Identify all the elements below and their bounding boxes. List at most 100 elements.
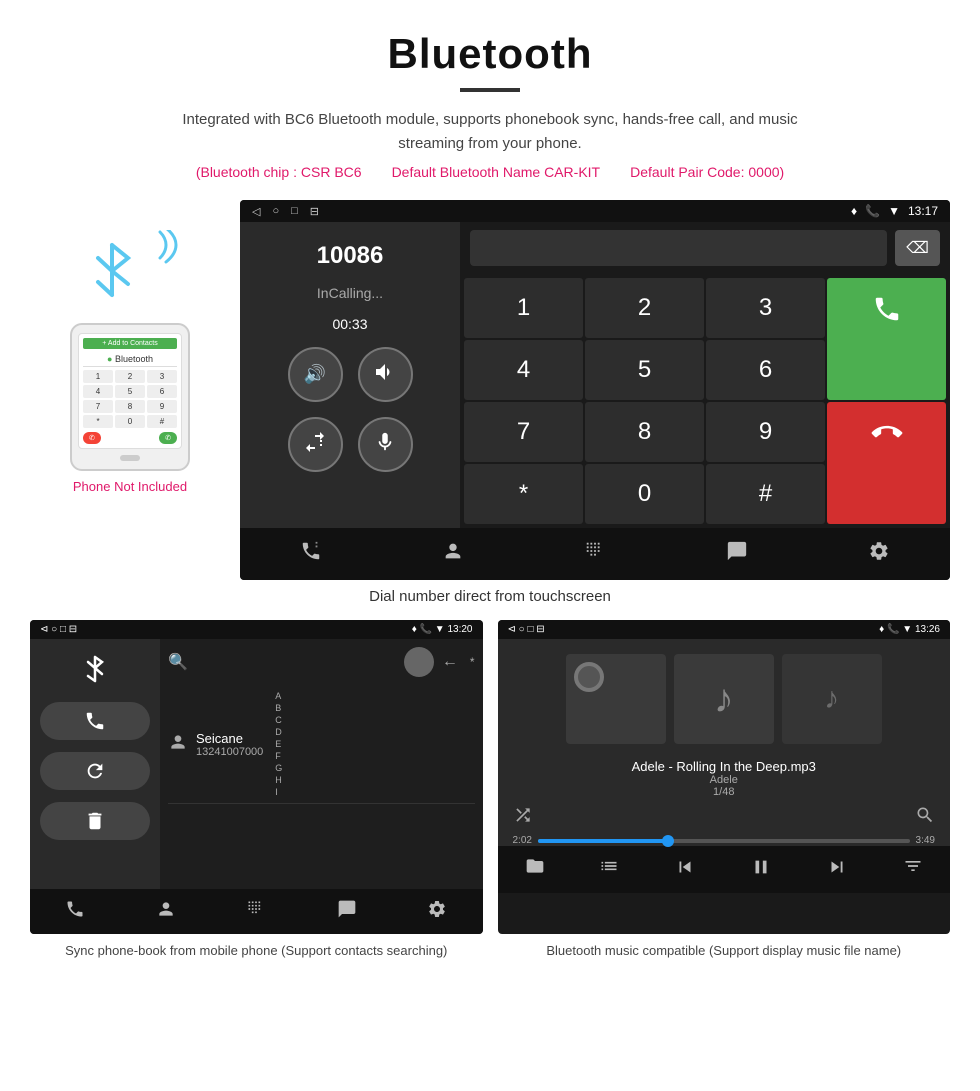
music-caption-text: Bluetooth music compatible (Support disp… [546,943,901,958]
statusbar-info: ♦ 📞 ▼ 13:17 [851,204,938,218]
keypad-1[interactable]: 1 [464,278,583,338]
nav-home-icon: ○ [272,205,279,218]
phone-call-buttons: ✆ ✆ [83,432,177,444]
signal-icon: ▼ [888,204,900,218]
bottom-settings-icon[interactable] [868,540,890,568]
bottom-log-icon[interactable] [726,540,748,568]
shuffle-icon[interactable] [513,805,533,830]
phone-image: + Add to Contacts ● Bluetooth 123 456 78… [70,323,190,471]
keypad-8[interactable]: 8 [585,402,704,462]
mic-icon [374,431,396,458]
bottom-keypad-icon[interactable] [584,540,606,568]
end-call-button[interactable] [827,402,946,524]
music-bottom-list[interactable] [599,856,619,883]
phonebook-card: ⊲ ○ □ ⊟ ♦ 📞 ▼ 13:20 [30,620,483,960]
pb-bottom-phone[interactable] [65,899,85,924]
keypad-4[interactable]: 4 [464,340,583,400]
keypad-5[interactable]: 5 [585,340,704,400]
music-next-icon[interactable] [826,856,848,883]
phonebook-screenshot: ⊲ ○ □ ⊟ ♦ 📞 ▼ 13:20 [30,620,483,934]
music-status-right: ♦ 📞 ▼ 13:26 [879,624,940,635]
pb-nav-icons: ⊲ ○ □ ⊟ [40,624,77,635]
pb-person-icon [168,732,188,757]
music-eq-icon[interactable] [903,856,923,883]
vol-up-button[interactable]: 🔊 [288,347,343,402]
header-description: Integrated with BC6 Bluetooth module, su… [150,108,830,156]
pb-alphabet: ABCDEFGHI [271,691,282,797]
music-progress-dot [662,835,674,847]
main-row2: ⊲ ○ □ ⊟ ♦ 📞 ▼ 13:20 [0,620,980,960]
keypad-9[interactable]: 9 [706,402,825,462]
phone-screen-top: + Add to Contacts [83,338,177,349]
bluetooth-icon-wrap [80,230,180,310]
spec-code: Default Pair Code: 0000) [630,164,784,180]
pb-search-icon[interactable]: 🔍 [168,652,188,672]
pb-bottom-settings[interactable] [427,899,447,924]
music-search-icon[interactable] [915,805,935,830]
pb-main: 🔍 ← * Seicane 13241007000 [160,639,483,889]
mic-button[interactable] [358,417,413,472]
pb-dot [404,647,434,677]
statusbar-nav: ◁ ○ □ ⊟ [252,205,319,218]
music-play-pause-icon[interactable] [750,856,772,883]
dial-transfer-buttons [288,417,413,472]
music-progress-bar[interactable] [538,839,910,843]
call-icon: 📞 [865,204,880,218]
music-album-right: ♪ [782,654,882,744]
music-album-center: ♪ [674,654,774,744]
keypad-2[interactable]: 2 [585,278,704,338]
pb-bottom-bar [30,889,483,934]
dial-input-row: ⌫ [460,222,950,274]
bottom-contacts-icon[interactable] [442,540,464,568]
call-button[interactable] [827,278,946,400]
pb-refresh-btn[interactable] [40,752,150,790]
pb-contact-item[interactable]: Seicane 13241007000 ABCDEFGHI [168,685,475,804]
keypad-7[interactable]: 7 [464,402,583,462]
pb-status-right: ♦ 📞 ▼ 13:20 [412,624,473,635]
keypad-0[interactable]: 0 [585,464,704,524]
phonebook-caption: Sync phone-book from mobile phone (Suppo… [30,934,483,960]
transfer-button[interactable] [288,417,343,472]
keypad-star[interactable]: * [464,464,583,524]
title-divider [460,88,520,92]
dial-bottom-bar [240,528,950,580]
pb-bottom-keypad[interactable] [246,899,266,924]
music-bottom-folder[interactable] [525,856,545,883]
music-progress-row: 2:02 3:49 [498,835,951,846]
transfer-icon [303,430,327,459]
pb-call-btn[interactable] [40,702,150,740]
page-header: Bluetooth Integrated with BC6 Bluetooth … [0,0,980,190]
pb-back-arrow[interactable]: ← [442,653,458,671]
keypad-6[interactable]: 6 [706,340,825,400]
music-track-info: 1/48 [508,786,941,798]
pb-statusbar: ⊲ ○ □ ⊟ ♦ 📞 ▼ 13:20 [30,620,483,639]
pb-sidebar [30,639,160,889]
vol-down-button[interactable] [358,347,413,402]
music-controls [498,800,951,835]
phonebook-caption-text: Sync phone-book from mobile phone (Suppo… [65,943,447,958]
music-prev-icon[interactable] [674,856,696,883]
music-bottom-bar [498,846,951,893]
dial-left-panel: 10086 InCalling... 00:33 🔊 [240,222,460,528]
music-progress-fill [538,839,668,843]
pb-asterisk: * [470,655,475,669]
keypad-hash[interactable]: # [706,464,825,524]
status-time: 13:17 [908,204,938,218]
backspace-button[interactable]: ⌫ [895,230,940,266]
caption-dial-text: Dial number direct from touchscreen [369,588,611,605]
dial-right-panel: ⌫ 1 2 3 4 5 6 7 8 9 [460,222,950,528]
bluetooth-icon [90,240,135,300]
pb-search-row: 🔍 ← * [168,647,475,677]
bottom-phone-icon[interactable] [300,540,322,568]
pb-bottom-contacts[interactable] [156,899,176,924]
pb-bottom-log[interactable] [337,899,357,924]
keypad-grid: 1 2 3 4 5 6 7 8 9 [460,274,950,528]
music-time-current: 2:02 [513,835,532,846]
dial-input-box [470,230,887,266]
pb-delete-btn[interactable] [40,802,150,840]
music-note-icon: ♪ [714,677,734,722]
music-content: ♪ ♪ Adele - Rolling In the Deep.mp3 Adel… [498,639,951,889]
keypad-3[interactable]: 3 [706,278,825,338]
android-dial-screen: ◁ ○ □ ⊟ ♦ 📞 ▼ 13:17 10086 InCalling... 0… [240,200,950,580]
vol-down-icon [373,360,397,389]
